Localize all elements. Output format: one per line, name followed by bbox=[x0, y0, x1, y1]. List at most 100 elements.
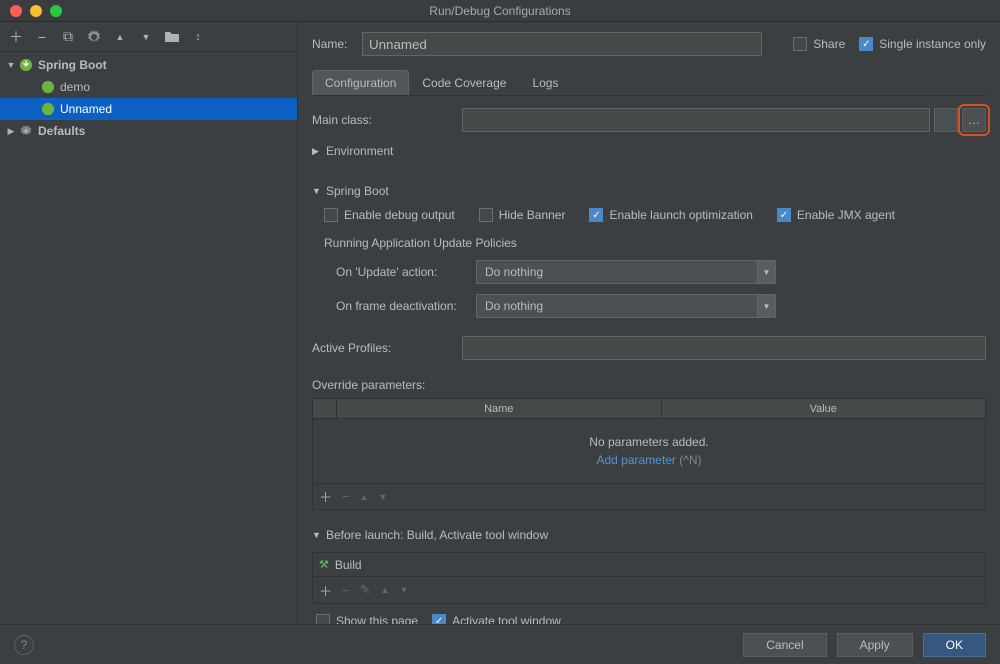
spring-boot-icon bbox=[18, 57, 34, 73]
right-panel: Name: Share ✓ Single instance only Confi… bbox=[298, 22, 1000, 624]
tab-code-coverage[interactable]: Code Coverage bbox=[409, 70, 519, 95]
build-task-label: Build bbox=[335, 558, 362, 572]
collapse-icon[interactable]: ↕ bbox=[190, 29, 206, 45]
move-down-icon[interactable]: ▼ bbox=[399, 585, 408, 595]
spring-boot-icon bbox=[40, 101, 56, 117]
remove-config-icon[interactable]: − bbox=[34, 29, 50, 45]
cancel-button[interactable]: Cancel bbox=[743, 633, 826, 657]
hammer-icon: ⚒ bbox=[319, 558, 329, 571]
tree-label: demo bbox=[60, 80, 90, 94]
name-label: Name: bbox=[312, 37, 352, 51]
dropdown-arrow-icon: ▼ bbox=[757, 261, 775, 283]
enable-debug-label: Enable debug output bbox=[344, 208, 455, 222]
override-params-label: Override parameters: bbox=[312, 378, 986, 392]
add-parameter-link[interactable]: Add parameter bbox=[596, 453, 675, 467]
tree-label: Defaults bbox=[38, 124, 85, 138]
build-task-row[interactable]: ⚒ Build bbox=[313, 553, 985, 577]
tree-item-unnamed[interactable]: Unnamed bbox=[0, 98, 297, 120]
checkbox-checked-icon: ✓ bbox=[777, 208, 791, 222]
add-config-icon[interactable]: ＋ bbox=[8, 29, 24, 45]
main-class-browse-button[interactable]: … bbox=[962, 108, 986, 132]
on-frame-deactivation-select[interactable]: Do nothing bbox=[476, 294, 776, 318]
main-class-input[interactable] bbox=[462, 108, 930, 132]
minimize-window-button[interactable] bbox=[30, 5, 42, 17]
window-title: Run/Debug Configurations bbox=[429, 4, 570, 18]
enable-launch-opt-checkbox[interactable]: ✓ Enable launch optimization bbox=[589, 208, 752, 222]
share-label: Share bbox=[813, 37, 845, 51]
update-policies-header: Running Application Update Policies bbox=[312, 236, 986, 250]
move-up-icon[interactable]: ▲ bbox=[360, 492, 369, 502]
enable-jmx-checkbox[interactable]: ✓ Enable JMX agent bbox=[777, 208, 895, 222]
expand-arrow-icon: ▼ bbox=[312, 186, 322, 196]
on-update-action-select[interactable]: Do nothing bbox=[476, 260, 776, 284]
environment-label: Environment bbox=[326, 144, 393, 158]
show-this-page-checkbox[interactable]: Show this page bbox=[316, 614, 418, 624]
move-up-icon[interactable]: ▲ bbox=[112, 29, 128, 45]
ok-button[interactable]: OK bbox=[923, 633, 986, 657]
param-value-col: Value bbox=[662, 399, 986, 418]
collapse-arrow-icon: ▶ bbox=[312, 146, 322, 157]
main-class-dropdown-button[interactable] bbox=[934, 108, 958, 132]
spring-boot-section-label: Spring Boot bbox=[326, 184, 389, 198]
checkbox-icon bbox=[316, 614, 330, 624]
checkbox-icon bbox=[793, 37, 807, 51]
edit-task-icon[interactable]: ✎ bbox=[360, 582, 371, 598]
checkbox-checked-icon: ✓ bbox=[589, 208, 603, 222]
tree-label: Spring Boot bbox=[38, 58, 107, 72]
spring-boot-icon bbox=[40, 79, 56, 95]
before-launch-label: Before launch: Build, Activate tool wind… bbox=[326, 528, 548, 542]
apply-button[interactable]: Apply bbox=[837, 633, 913, 657]
single-instance-checkbox[interactable]: ✓ Single instance only bbox=[859, 37, 986, 51]
checkbox-checked-icon: ✓ bbox=[432, 614, 446, 624]
folder-icon[interactable] bbox=[164, 29, 180, 45]
show-this-page-label: Show this page bbox=[336, 614, 418, 624]
tree-item-demo[interactable]: demo bbox=[0, 76, 297, 98]
no-params-text: No parameters added. bbox=[589, 435, 708, 449]
settings-icon[interactable] bbox=[86, 29, 102, 45]
enable-debug-checkbox[interactable]: Enable debug output bbox=[324, 208, 455, 222]
hide-banner-checkbox[interactable]: Hide Banner bbox=[479, 208, 566, 222]
checkbox-checked-icon: ✓ bbox=[859, 37, 873, 51]
help-button[interactable]: ? bbox=[14, 635, 34, 655]
expand-arrow-icon: ▼ bbox=[312, 530, 322, 540]
move-up-icon[interactable]: ▲ bbox=[381, 585, 390, 595]
tabs: Configuration Code Coverage Logs bbox=[312, 70, 986, 96]
remove-param-icon[interactable]: − bbox=[342, 489, 350, 504]
share-checkbox[interactable]: Share bbox=[793, 37, 845, 51]
param-name-col: Name bbox=[337, 399, 662, 418]
before-launch-header[interactable]: ▼ Before launch: Build, Activate tool wi… bbox=[312, 528, 986, 542]
tree-label: Unnamed bbox=[60, 102, 112, 116]
tree-item-defaults[interactable]: ▶ Defaults bbox=[0, 120, 297, 142]
config-tree: ▼ Spring Boot demo Unnamed ▶ bbox=[0, 52, 297, 624]
add-task-icon[interactable]: ＋ bbox=[319, 581, 332, 600]
hide-banner-label: Hide Banner bbox=[499, 208, 566, 222]
checkbox-icon bbox=[479, 208, 493, 222]
enable-launch-opt-label: Enable launch optimization bbox=[609, 208, 752, 222]
single-instance-label: Single instance only bbox=[879, 37, 986, 51]
spring-boot-section-header[interactable]: ▼ Spring Boot bbox=[312, 184, 986, 198]
active-profiles-input[interactable] bbox=[462, 336, 986, 360]
on-frame-deactivation-label: On frame deactivation: bbox=[336, 299, 476, 313]
dropdown-arrow-icon: ▼ bbox=[757, 295, 775, 317]
expand-arrow-icon: ▶ bbox=[4, 126, 18, 137]
activate-tool-window-checkbox[interactable]: ✓ Activate tool window bbox=[432, 614, 561, 624]
zoom-window-button[interactable] bbox=[50, 5, 62, 17]
expand-arrow-icon: ▼ bbox=[4, 60, 18, 70]
tree-item-spring-boot[interactable]: ▼ Spring Boot bbox=[0, 54, 297, 76]
close-window-button[interactable] bbox=[10, 5, 22, 17]
name-input[interactable] bbox=[362, 32, 762, 56]
environment-section-header[interactable]: ▶ Environment bbox=[312, 144, 986, 158]
remove-task-icon[interactable]: − bbox=[342, 583, 350, 598]
move-down-icon[interactable]: ▼ bbox=[138, 29, 154, 45]
main-class-label: Main class: bbox=[312, 113, 462, 127]
on-update-action-label: On 'Update' action: bbox=[336, 265, 476, 279]
add-param-icon[interactable]: ＋ bbox=[319, 487, 332, 506]
override-params-table: Name Value No parameters added. Add para… bbox=[312, 398, 986, 510]
copy-config-icon[interactable]: ⧉ bbox=[60, 29, 76, 45]
param-checkbox-col bbox=[313, 399, 337, 418]
tab-logs[interactable]: Logs bbox=[519, 70, 571, 95]
tab-configuration[interactable]: Configuration bbox=[312, 70, 409, 95]
tree-toolbar: ＋ − ⧉ ▲ ▼ ↕ bbox=[0, 22, 297, 52]
left-panel: ＋ − ⧉ ▲ ▼ ↕ ▼ Spring Boot bbox=[0, 22, 298, 624]
move-down-icon[interactable]: ▼ bbox=[379, 492, 388, 502]
